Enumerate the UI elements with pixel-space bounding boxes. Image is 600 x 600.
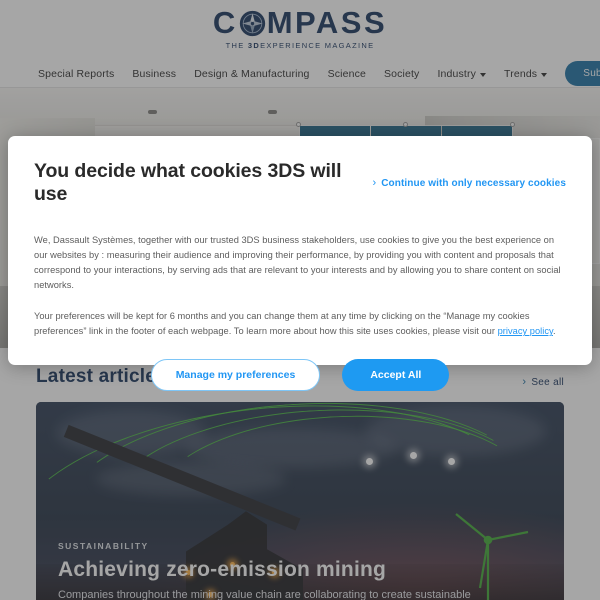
cookie-consent-dialog: You decide what cookies 3DS will use › C… (8, 136, 592, 392)
continue-necessary-only-label: Continue with only necessary cookies (381, 177, 566, 189)
cookie-dialog-title: You decide what cookies 3DS will use (34, 160, 342, 205)
cookie-paragraph-1: We, Dassault Systèmes, together with our… (34, 235, 561, 291)
page-root: C MPASS THE 3DEXPERIENCE MAGAZINE Specia… (0, 0, 600, 600)
cookie-paragraph-2-before: Your preferences will be kept for 6 mont… (34, 311, 530, 337)
cookie-paragraph-2: Your preferences will be kept for 6 mont… (34, 309, 566, 339)
cookie-dialog-header: You decide what cookies 3DS will use › C… (34, 156, 566, 206)
cookie-dialog-body: We, Dassault Systèmes, together with our… (34, 233, 566, 339)
cookie-paragraph-2-after: . (552, 326, 556, 337)
continue-necessary-only-link[interactable]: › Continue with only necessary cookies (372, 177, 566, 189)
accept-all-button[interactable]: Accept All (342, 359, 450, 392)
privacy-policy-link[interactable]: privacy policy (498, 326, 553, 336)
chevron-right-icon: › (372, 177, 377, 189)
manage-preferences-button[interactable]: Manage my preferences (150, 359, 321, 392)
cookie-dialog-actions: Manage my preferences Accept All (34, 359, 566, 392)
